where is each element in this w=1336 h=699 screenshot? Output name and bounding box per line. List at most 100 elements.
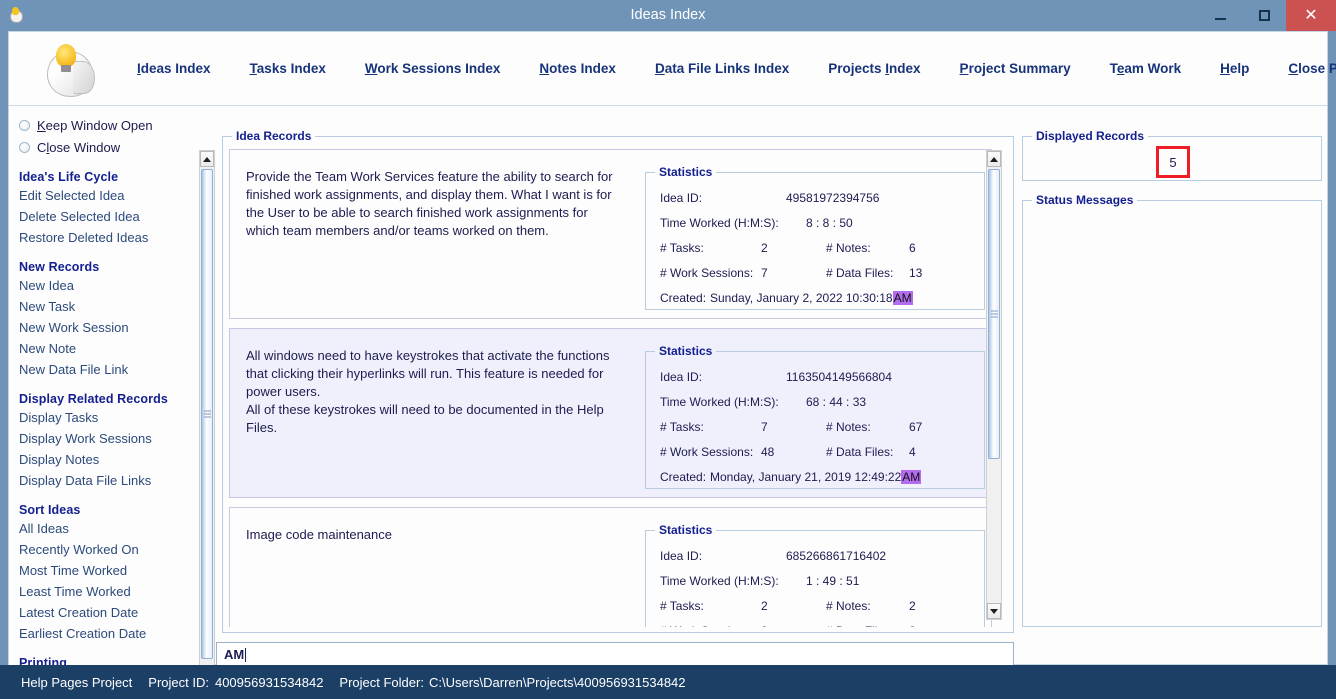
right-panel: Displayed Records 5 Status Messages xyxy=(1022,129,1322,633)
nav-ideas-index[interactable]: Ideas Index xyxy=(137,61,211,76)
nav-help[interactable]: Help xyxy=(1220,61,1249,76)
sidebar-item-delete-selected-idea[interactable]: Delete Selected Idea xyxy=(19,206,199,227)
sidebar-item-all-ideas[interactable]: All Ideas xyxy=(19,518,199,539)
records-scroll-up-button[interactable] xyxy=(987,151,1001,167)
nav-work-sessions-index[interactable]: Work Sessions Index xyxy=(365,61,501,76)
value-notes: 6 xyxy=(909,241,916,255)
value-idea-id: 685266861716402 xyxy=(786,549,887,563)
idea-record-card[interactable]: All windows need to have keystrokes that… xyxy=(229,328,992,498)
statistics-legend: Statistics xyxy=(655,344,717,358)
sidebar-item-display-data-file-links[interactable]: Display Data File Links xyxy=(19,470,199,491)
label-tasks: # Tasks: xyxy=(660,420,704,434)
radio-icon xyxy=(19,141,30,153)
chevron-up-icon xyxy=(203,156,211,162)
value-data-files: 2 xyxy=(909,624,916,627)
sidebar-radio-label: Keep Window Open xyxy=(37,117,153,133)
displayed-records-count: 5 xyxy=(1169,154,1177,170)
label-data-files: # Data Files: xyxy=(826,624,893,627)
idea-records-list: Provide the Team Work Services feature t… xyxy=(229,149,992,627)
idea-record-card[interactable]: Image code maintenance Statistics Idea ID:… xyxy=(229,507,992,627)
idea-record-text: All windows need to have keystrokes that… xyxy=(246,348,610,435)
label-data-files: # Data Files: xyxy=(826,266,894,280)
sidebar-item-recently-worked-on[interactable]: Recently Worked On xyxy=(19,539,199,560)
nav-notes-index[interactable]: Notes Index xyxy=(539,61,616,76)
value-tasks: 7 xyxy=(761,420,768,434)
value-work-sessions: 48 xyxy=(761,445,775,459)
sidebar-item-most-time-worked[interactable]: Most Time Worked xyxy=(19,560,199,581)
close-icon: ✕ xyxy=(1304,6,1318,24)
chevron-up-icon xyxy=(990,156,998,162)
label-data-files: # Data Files: xyxy=(826,445,894,459)
sidebar-group-display-related-records: Display Related Records xyxy=(19,392,168,406)
value-time-worked: 8 : 8 : 50 xyxy=(806,216,853,230)
nav-project-summary[interactable]: Project Summary xyxy=(960,61,1071,76)
status-project-id: 400956931534842 xyxy=(214,674,324,690)
sidebar-item-new-task[interactable]: New Task xyxy=(19,296,199,317)
idea-record-card[interactable]: Provide the Team Work Services feature t… xyxy=(229,149,992,319)
value-notes: 2 xyxy=(909,599,916,613)
value-idea-id: 49581972394756 xyxy=(786,191,880,205)
displayed-records-annotation: 5 xyxy=(1156,146,1190,178)
value-tasks: 2 xyxy=(761,599,768,613)
sidebar-scroll-up-button[interactable] xyxy=(200,151,214,167)
search-match-highlight: AM xyxy=(892,291,913,305)
value-idea-id: 1163504149566804 xyxy=(786,370,892,384)
sidebar-item-new-data-file-link[interactable]: New Data File Link xyxy=(19,359,199,380)
label-time-worked: Time Worked (H:M:S): xyxy=(660,574,779,588)
sidebar-radio-keep-window-open[interactable]: Keep Window Open xyxy=(19,114,199,136)
sidebar-item-new-note[interactable]: New Note xyxy=(19,338,199,359)
sidebar-item-least-time-worked[interactable]: Least Time Worked xyxy=(19,581,199,602)
nav-data-file-links-index[interactable]: Data File Links Index xyxy=(655,61,789,76)
maximize-button[interactable] xyxy=(1242,0,1286,31)
label-work-sessions: # Work Sessions: xyxy=(660,266,754,280)
sidebar-item-display-tasks[interactable]: Display Tasks xyxy=(19,407,199,428)
statistics-panel: Statistics Idea ID: 685266861716402 Time Wo… xyxy=(645,523,985,627)
sidebar-radio-label: Close Window xyxy=(37,139,121,155)
nav-team-work[interactable]: Team Work xyxy=(1110,61,1182,76)
sidebar-scrollbar[interactable] xyxy=(199,150,215,698)
top-navigation: Ideas Index Tasks Index Work Sessions Inde… xyxy=(9,32,1336,106)
status-messages-panel: Status Messages xyxy=(1022,193,1322,627)
sidebar-scroll-thumb[interactable] xyxy=(201,169,213,659)
idea-head-icon xyxy=(6,5,28,27)
minimize-button[interactable] xyxy=(1198,0,1242,31)
label-work-sessions: # Work Sessions: xyxy=(660,624,753,627)
sidebar-item-new-idea[interactable]: New Idea xyxy=(19,275,199,296)
label-notes: # Notes: xyxy=(826,599,871,613)
sidebar-item-display-work-sessions[interactable]: Display Work Sessions xyxy=(19,428,199,449)
window-title: Ideas Index xyxy=(630,7,706,23)
search-match-highlight: AM xyxy=(901,470,922,484)
records-scroll-down-button[interactable] xyxy=(987,603,1001,619)
displayed-records-legend: Displayed Records xyxy=(1032,129,1149,143)
idea-record-text: Image code maintenance xyxy=(246,527,392,542)
sidebar-item-display-notes[interactable]: Display Notes xyxy=(19,449,199,470)
idea-record-text: Provide the Team Work Services feature t… xyxy=(246,169,613,238)
statistics-legend: Statistics xyxy=(655,523,717,537)
status-bar: Help Pages Project Project ID: 400956931… xyxy=(0,665,1336,699)
sidebar-item-new-work-session[interactable]: New Work Session xyxy=(19,317,199,338)
idea-records-legend: Idea Records xyxy=(232,129,316,143)
records-scroll-thumb[interactable] xyxy=(988,169,1000,459)
sidebar-item-earliest-creation-date[interactable]: Earliest Creation Date xyxy=(19,623,199,644)
sidebar-group-printing: Printing xyxy=(19,656,68,665)
text-caret xyxy=(245,647,247,662)
sidebar-item-edit-selected-idea[interactable]: Edit Selected Idea xyxy=(19,185,199,206)
nav-links: Ideas Index Tasks Index Work Sessions Inde… xyxy=(137,61,1336,76)
label-time-worked: Time Worked (H:M:S): xyxy=(660,395,779,409)
nav-tasks-index[interactable]: Tasks Index xyxy=(250,61,326,76)
close-button[interactable]: ✕ xyxy=(1286,0,1336,31)
nav-projects-index[interactable]: Projects Index xyxy=(828,61,920,76)
grip-icon xyxy=(204,410,211,418)
records-scrollbar[interactable] xyxy=(986,150,1002,620)
sidebar-radio-close-window[interactable]: Close Window xyxy=(19,136,199,158)
statistics-legend: Statistics xyxy=(655,165,717,179)
label-idea-id: Idea ID: xyxy=(660,191,703,205)
sidebar-item-restore-deleted-ideas[interactable]: Restore Deleted Ideas xyxy=(19,227,199,248)
sidebar-item-latest-creation-date[interactable]: Latest Creation Date xyxy=(19,602,199,623)
value-tasks: 2 xyxy=(761,241,768,255)
value-time-worked: 68 : 44 : 33 xyxy=(806,395,867,409)
radio-icon xyxy=(19,119,30,131)
nav-close-program[interactable]: Close Program xyxy=(1288,61,1336,76)
search-input[interactable]: AM xyxy=(216,642,1014,667)
label-tasks: # Tasks: xyxy=(660,241,704,255)
